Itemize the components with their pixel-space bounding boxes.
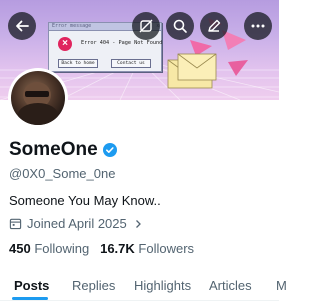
edit-icon — [208, 19, 221, 32]
avatar-image — [11, 71, 65, 125]
back-button[interactable] — [8, 12, 36, 40]
avatar-photo — [18, 82, 58, 125]
chevron-right-icon — [135, 219, 141, 228]
profile-handle: @0X0_Some_0ne — [9, 166, 116, 181]
no-image-button[interactable] — [132, 12, 160, 40]
calendar-icon — [9, 218, 22, 230]
profile-tabs: Posts Replies Highlights Articles M — [0, 270, 287, 301]
follow-stats: 450 Following 16.7K Followers — [9, 241, 194, 256]
tab-highlights[interactable]: Highlights — [134, 278, 191, 293]
more-icon — [251, 24, 265, 28]
verified-badge-icon[interactable] — [102, 142, 118, 158]
edit-button[interactable] — [200, 12, 228, 40]
tab-posts[interactable]: Posts — [14, 278, 49, 293]
back-arrow-icon — [16, 20, 29, 32]
search-icon — [173, 19, 187, 33]
tab-replies[interactable]: Replies — [72, 278, 115, 293]
avatar[interactable] — [8, 68, 68, 128]
followers-count: 16.7K — [100, 241, 135, 256]
followers-label: Followers — [138, 241, 195, 256]
more-button[interactable] — [244, 12, 272, 40]
error-message: Error 404 - Page Not Found — [81, 40, 163, 46]
search-button[interactable] — [166, 12, 194, 40]
followers-link[interactable]: 16.7K Followers — [100, 241, 194, 256]
tab-media[interactable]: M — [276, 278, 287, 293]
profile-bio: Someone You May Know.. — [9, 193, 161, 208]
tab-articles[interactable]: Articles — [209, 278, 252, 293]
back-to-home-button: Back to home — [58, 59, 98, 68]
joined-date-text: Joined April 2025 — [27, 216, 127, 231]
profile-name-text: SomeOne — [9, 139, 98, 160]
following-link[interactable]: 450 Following — [9, 241, 89, 256]
following-count: 450 — [9, 241, 31, 256]
envelope-icon — [167, 53, 217, 89]
no-image-icon — [139, 19, 153, 33]
following-label: Following — [34, 241, 90, 256]
joined-date[interactable]: Joined April 2025 — [9, 216, 143, 231]
error-icon: × — [58, 37, 72, 51]
profile-name: SomeOne — [9, 139, 118, 161]
contact-us-button: Contact us — [111, 59, 151, 68]
